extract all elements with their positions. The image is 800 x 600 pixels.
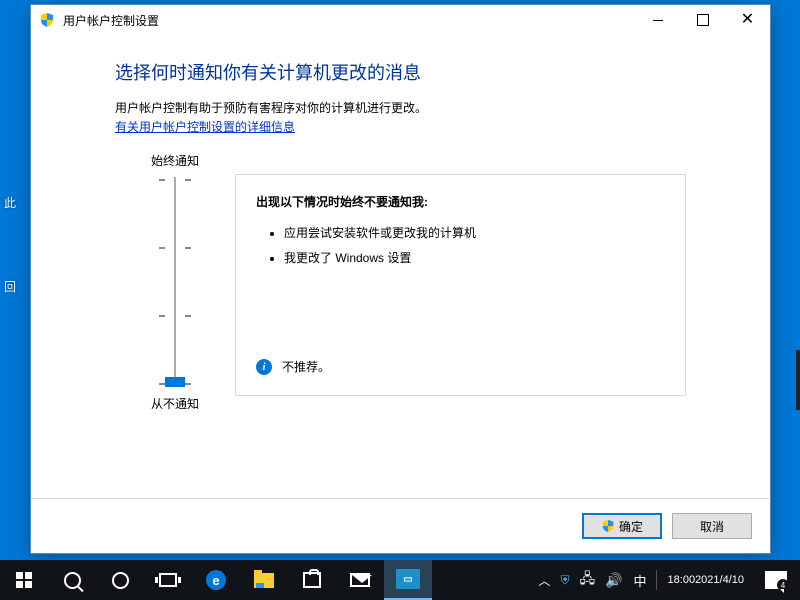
store-button[interactable] xyxy=(288,560,336,600)
info-panel: 出现以下情况时始终不要通知我: 应用尝试安装软件或更改我的计算机 我更改了 Wi… xyxy=(235,174,686,396)
start-button[interactable] xyxy=(0,560,48,600)
tray-volume-icon[interactable]: 🔊 xyxy=(600,560,627,600)
notifications-badge: 4 xyxy=(777,579,789,591)
titlebar[interactable]: 用户帐户控制设置 ✕ xyxy=(31,5,770,35)
page-heading: 选择何时通知你有关计算机更改的消息 xyxy=(115,59,686,85)
page-description: 用户帐户控制有助于预防有害程序对你的计算机进行更改。 xyxy=(115,99,686,116)
taskview-button[interactable] xyxy=(144,560,192,600)
mail-button[interactable] xyxy=(336,560,384,600)
window-title: 用户帐户控制设置 xyxy=(63,12,159,29)
panel-bullet: 我更改了 Windows 设置 xyxy=(284,249,665,266)
store-icon xyxy=(303,572,321,588)
panel-bullet-list: 应用尝试安装软件或更改我的计算机 我更改了 Windows 设置 xyxy=(256,224,665,266)
cortana-button[interactable] xyxy=(96,560,144,600)
clock-date: 2021/4/10 xyxy=(695,573,744,587)
security-taskbar-button[interactable]: ▭ xyxy=(384,560,432,600)
info-icon: i xyxy=(256,359,272,375)
tray-notifications-button[interactable]: 4 xyxy=(752,560,800,600)
recommendation-text: 不推荐。 xyxy=(282,358,330,375)
tray-clock[interactable]: 18:00 2021/4/10 xyxy=(660,560,752,600)
tray-ime-button[interactable]: 中 xyxy=(628,560,653,600)
help-link[interactable]: 有关用户帐户控制设置的详细信息 xyxy=(115,118,295,135)
minimize-button[interactable] xyxy=(635,5,680,35)
taskview-icon xyxy=(159,573,177,587)
ok-button[interactable]: 确定 xyxy=(582,513,662,539)
mail-icon xyxy=(350,573,370,587)
tray-overflow-button[interactable]: ︿ xyxy=(533,560,555,600)
search-button[interactable] xyxy=(48,560,96,600)
slider-box: 始终通知 从不通知 xyxy=(115,152,235,412)
slider-label-top: 始终通知 xyxy=(151,152,199,169)
close-button[interactable]: ✕ xyxy=(725,5,770,35)
notifications-icon: 4 xyxy=(765,571,787,589)
window-footer: 确定 取消 xyxy=(31,498,770,553)
cancel-button[interactable]: 取消 xyxy=(672,513,752,539)
right-edge-handle xyxy=(796,350,800,410)
window-controls: ✕ xyxy=(635,5,770,35)
system-tray: ︿ ⛨ 🖧 🔊 中 18:00 2021/4/10 4 xyxy=(533,560,800,600)
edge-icon: e xyxy=(206,570,226,590)
tray-security-icon[interactable]: ⛨ xyxy=(555,560,574,600)
search-icon xyxy=(64,572,81,589)
maximize-button[interactable] xyxy=(680,5,725,35)
shield-icon xyxy=(39,12,55,28)
cortana-icon xyxy=(112,572,129,589)
shield-icon xyxy=(601,519,615,533)
notification-slider[interactable] xyxy=(155,177,195,387)
window-content: 选择何时通知你有关计算机更改的消息 用户帐户控制有助于预防有害程序对你的计算机进… xyxy=(31,35,770,498)
recommendation-row: i 不推荐。 xyxy=(256,358,330,375)
panel-bullet: 应用尝试安装软件或更改我的计算机 xyxy=(284,224,665,241)
slider-thumb[interactable] xyxy=(165,377,185,387)
panel-heading: 出现以下情况时始终不要通知我: xyxy=(256,193,665,210)
desktop-icon-label: 此 xyxy=(4,194,16,211)
desktop-icon-label: 回 xyxy=(4,278,16,295)
explorer-button[interactable] xyxy=(240,560,288,600)
security-icon: ▭ xyxy=(396,569,420,589)
tray-network-icon[interactable]: 🖧 xyxy=(574,560,600,600)
taskbar: e ▭ ︿ ⛨ 🖧 🔊 中 18:00 2021/4/10 4 xyxy=(0,560,800,600)
windows-icon xyxy=(16,572,32,588)
slider-row: 始终通知 从不通知 出现以下情况时始终不要通知我: 应用尝试安装 xyxy=(115,152,686,412)
uac-settings-window: 用户帐户控制设置 ✕ 选择何时通知你有关计算机更改的消息 用户帐户控制有助于预防… xyxy=(30,4,771,554)
clock-time: 18:00 xyxy=(668,573,696,587)
folder-icon xyxy=(254,573,274,588)
edge-button[interactable]: e xyxy=(192,560,240,600)
slider-label-bottom: 从不通知 xyxy=(151,395,199,412)
